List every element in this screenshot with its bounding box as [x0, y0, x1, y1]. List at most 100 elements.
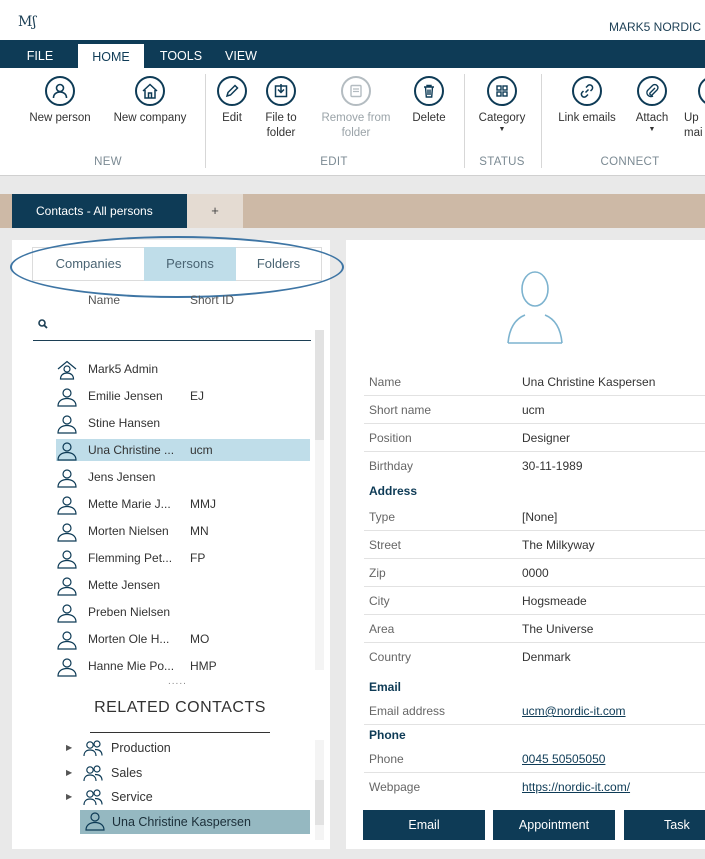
- label-position: Position: [369, 431, 412, 445]
- attach-button[interactable]: Attach ▼: [628, 76, 676, 133]
- expand-arrow-icon[interactable]: ▶: [66, 762, 72, 784]
- person-row[interactable]: Mark5 Admin: [56, 358, 310, 380]
- search-input[interactable]: [33, 340, 311, 341]
- field-divider: [364, 586, 705, 587]
- person-short-id: FP: [190, 551, 206, 565]
- person-icon: [56, 603, 78, 623]
- person-icon: [56, 576, 78, 596]
- person-row[interactable]: Mette Marie J... MMJ: [56, 493, 310, 515]
- related-group-sales[interactable]: ▶ Sales: [66, 762, 306, 784]
- field-divider: [364, 614, 705, 615]
- remove-from-folder-button[interactable]: Remove from folder: [312, 76, 400, 141]
- person-icon: [56, 522, 78, 542]
- person-short-id: ucm: [190, 443, 213, 457]
- category-button[interactable]: Category ▼: [470, 76, 534, 133]
- person-short-id: HMP: [190, 659, 217, 673]
- tab-tools[interactable]: TOOLS: [152, 44, 210, 68]
- person-row[interactable]: Preben Nielsen: [56, 601, 310, 623]
- label-type: Type: [369, 510, 396, 524]
- person-name: Mark5 Admin: [88, 362, 159, 376]
- file-to-folder-button[interactable]: File to folder: [258, 76, 304, 141]
- value-email-link[interactable]: ucm@nordic-it.com: [522, 704, 626, 718]
- email-button[interactable]: Email: [363, 810, 485, 840]
- ribbon-separator: [205, 74, 206, 168]
- group-label-new: NEW: [94, 156, 122, 168]
- scrollbar-thumb[interactable]: [315, 330, 324, 440]
- value-city[interactable]: Hogsmeade: [522, 594, 587, 608]
- value-position[interactable]: Designer: [522, 431, 570, 445]
- list-more-indicator: .....: [168, 676, 187, 687]
- house-icon: [135, 76, 165, 106]
- value-type[interactable]: [None]: [522, 510, 557, 524]
- expand-arrow-icon[interactable]: ▶: [66, 737, 72, 759]
- value-birthday[interactable]: 30-11-1989: [522, 459, 583, 473]
- appointment-button[interactable]: Appointment: [493, 810, 615, 840]
- label-email-address: Email address: [369, 704, 446, 718]
- person-row[interactable]: Mette Jensen: [56, 574, 310, 596]
- delete-button[interactable]: Delete: [406, 76, 452, 126]
- person-name: Mette Jensen: [88, 578, 161, 592]
- new-person-button[interactable]: New person: [20, 76, 100, 126]
- admin-icon: [56, 360, 78, 380]
- label-city: City: [369, 594, 390, 608]
- person-short-id: MMJ: [190, 497, 216, 511]
- person-row[interactable]: Emilie Jensen EJ: [56, 385, 310, 407]
- person-row[interactable]: Stine Hansen: [56, 412, 310, 434]
- upload-mail-button[interactable]: Up mai: [684, 76, 705, 141]
- person-short-id: MN: [190, 524, 209, 538]
- person-icon: [56, 387, 78, 407]
- person-icon: [56, 630, 78, 650]
- section-phone: Phone: [369, 728, 406, 742]
- pencil-icon: [217, 76, 247, 106]
- related-group-production[interactable]: ▶ Production: [66, 737, 306, 759]
- value-webpage-link[interactable]: https://nordic-it.com/: [522, 780, 630, 794]
- link-icon: [572, 76, 602, 106]
- tab-home[interactable]: HOME: [78, 44, 144, 68]
- tab-view[interactable]: VIEW: [218, 44, 264, 68]
- related-group-service[interactable]: ▶ Service: [66, 786, 306, 808]
- new-company-button[interactable]: New company: [104, 76, 196, 126]
- label-zip: Zip: [369, 566, 386, 580]
- person-icon: [56, 414, 78, 434]
- edit-button[interactable]: Edit: [214, 76, 250, 126]
- person-row[interactable]: Jens Jensen: [56, 466, 310, 488]
- person-name: Preben Nielsen: [88, 605, 171, 619]
- column-header-name[interactable]: Name: [88, 293, 120, 307]
- value-country[interactable]: Denmark: [522, 650, 571, 664]
- person-short-id: EJ: [190, 389, 205, 403]
- person-row[interactable]: Hanne Mie Po... HMP: [56, 655, 310, 677]
- person-row[interactable]: Morten Nielsen MN: [56, 520, 310, 542]
- label-short-name: Short name: [369, 403, 432, 417]
- tab-file[interactable]: FILE: [16, 44, 64, 68]
- value-phone-link[interactable]: 0045 50505050: [522, 752, 605, 766]
- expand-arrow-icon[interactable]: ▶: [66, 786, 72, 808]
- person-short-id: MO: [190, 632, 210, 646]
- person-icon: [56, 495, 78, 515]
- value-name[interactable]: Una Christine Kaspersen: [522, 375, 655, 389]
- person-name: Flemming Pet...: [88, 551, 173, 565]
- label-country: Country: [369, 650, 412, 664]
- person-name: Hanne Mie Po...: [88, 659, 175, 673]
- person-row[interactable]: Morten Ole H... MO: [56, 628, 310, 650]
- ribbon-separator: [541, 74, 542, 168]
- value-street[interactable]: The Milkyway: [522, 538, 595, 552]
- field-divider: [364, 423, 705, 424]
- ribbon-separator: [464, 74, 465, 168]
- scrollbar-thumb[interactable]: [315, 780, 324, 825]
- section-email: Email: [369, 680, 402, 694]
- value-zip[interactable]: 0000: [522, 566, 549, 580]
- value-short-name[interactable]: ucm: [522, 403, 545, 417]
- person-row[interactable]: Flemming Pet... FP: [56, 547, 310, 569]
- chevron-down-icon: ▼: [498, 126, 506, 133]
- column-header-short-id[interactable]: Short ID: [190, 293, 234, 307]
- value-area[interactable]: The Universe: [522, 622, 593, 636]
- task-button[interactable]: Task: [624, 810, 705, 840]
- label-webpage: Webpage: [369, 780, 421, 794]
- label-area: Area: [369, 622, 395, 636]
- document-tab-contacts[interactable]: Contacts - All persons: [12, 194, 187, 228]
- link-emails-button[interactable]: Link emails: [550, 76, 624, 126]
- add-tab-button[interactable]: +: [187, 194, 243, 228]
- person-row[interactable]: Una Christine ... ucm: [56, 439, 310, 461]
- group-label-edit: EDIT: [320, 156, 348, 168]
- label-street: Street: [369, 538, 402, 552]
